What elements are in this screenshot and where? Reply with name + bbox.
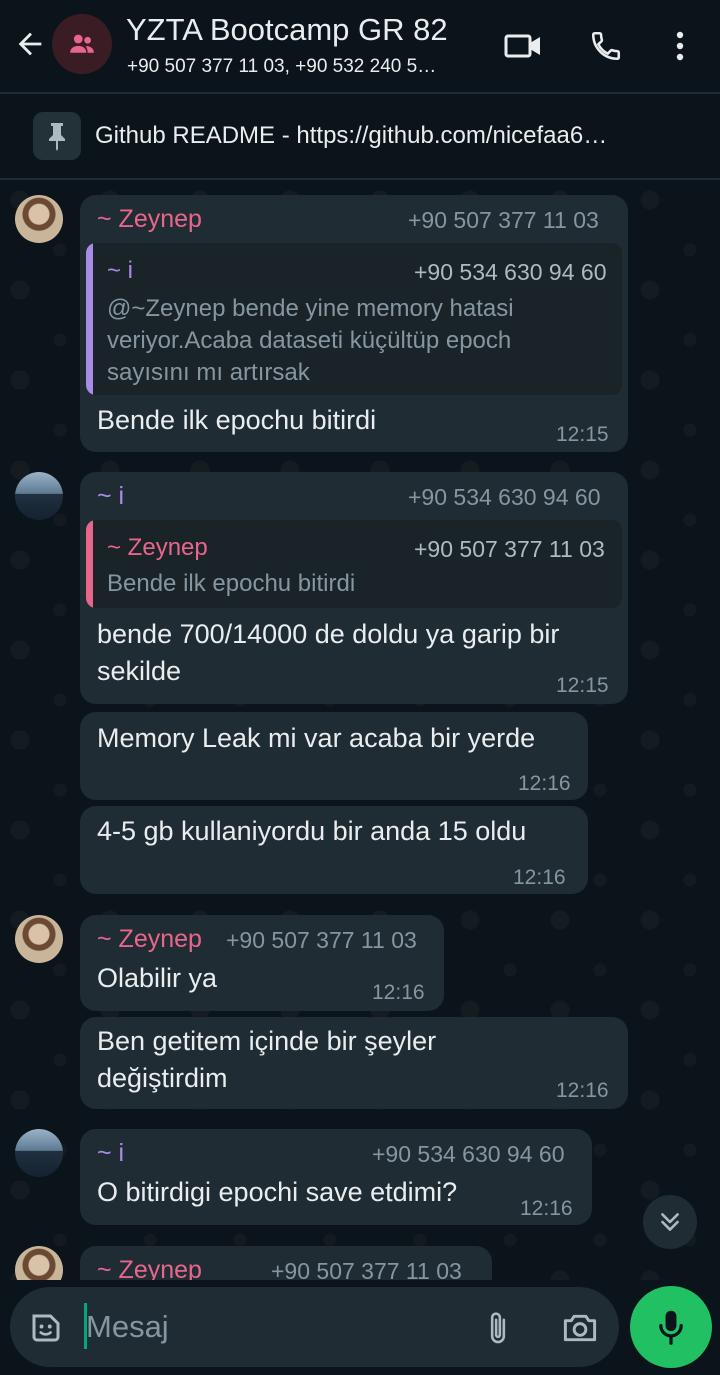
- message-sender[interactable]: ~ i: [97, 1139, 124, 1168]
- message-text: 4-5 gb kullaniyordu bir anda 15 oldu: [97, 816, 527, 846]
- message-time: 12:16: [556, 1079, 609, 1102]
- camera-icon[interactable]: [558, 1308, 602, 1348]
- quote-bar: [86, 243, 93, 395]
- message-sender-phone: +90 507 377 11 03: [408, 207, 599, 233]
- message-time: 12:16: [372, 981, 425, 1004]
- back-arrow-icon[interactable]: [12, 26, 48, 62]
- message-sender[interactable]: ~ Zeynep: [97, 1256, 202, 1280]
- message-time: 12:15: [556, 674, 609, 697]
- message-sender-phone: +90 507 377 11 03: [226, 927, 417, 953]
- message-sender-phone: +90 534 630 94 60: [372, 1141, 565, 1167]
- avatar[interactable]: [15, 195, 63, 243]
- message-sender[interactable]: ~ i: [97, 482, 124, 511]
- message-sender-phone: +90 534 630 94 60: [408, 484, 601, 510]
- quoted-text: Bende ilk epochu bitirdi: [107, 570, 356, 597]
- quoted-sender-phone: +90 507 377 11 03: [414, 536, 605, 562]
- message-sender[interactable]: ~ Zeynep: [97, 925, 202, 954]
- message-text: bende 700/14000 de doldu ya garip bir se…: [97, 619, 560, 686]
- message-text: Olabilir ya: [97, 963, 218, 993]
- chat-participants[interactable]: +90 507 377 11 03, +90 532 240 5…: [127, 56, 477, 78]
- message-text: Memory Leak mi var acaba bir yerde: [97, 723, 536, 753]
- message-sender-phone: +90 507 377 11 03: [271, 1258, 462, 1280]
- scroll-down-icon[interactable]: [643, 1195, 697, 1249]
- quoted-sender: ~ Zeynep: [107, 534, 208, 561]
- more-options-icon[interactable]: [660, 26, 700, 66]
- avatar[interactable]: [15, 1246, 63, 1280]
- attach-icon[interactable]: [478, 1307, 518, 1349]
- message-time: 12:15: [556, 423, 609, 446]
- quoted-text: @~Zeynep bende yine memory hatasi veriyo…: [107, 295, 514, 386]
- group-avatar-icon[interactable]: [52, 14, 112, 74]
- chat-title[interactable]: YZTA Bootcamp GR 82: [126, 12, 448, 48]
- avatar[interactable]: [15, 472, 63, 520]
- sticker-icon[interactable]: [26, 1308, 66, 1348]
- chat-header: YZTA Bootcamp GR 82 +90 507 377 11 03, +…: [0, 0, 720, 92]
- pin-icon: [33, 112, 81, 160]
- message-text: Ben getitem içinde bir şeyler değiştirdi…: [97, 1026, 437, 1093]
- quote-bar: [86, 520, 93, 608]
- message-text: Bende ilk epochu bitirdi: [97, 405, 377, 435]
- avatar[interactable]: [15, 915, 63, 963]
- chat-messages-area[interactable]: ~ Zeynep +90 507 377 11 03 ~ i +90 534 6…: [0, 180, 720, 1280]
- message-time: 12:16: [513, 866, 566, 889]
- avatar[interactable]: [15, 1129, 63, 1177]
- quoted-sender: ~ i: [107, 257, 134, 284]
- video-call-icon[interactable]: [503, 26, 543, 66]
- message-sender[interactable]: ~ Zeynep: [97, 205, 202, 234]
- message-time: 12:16: [520, 1197, 573, 1220]
- quoted-sender-phone: +90 534 630 94 60: [414, 259, 607, 285]
- message-text: O bitirdigi epochi save etdimi?: [97, 1177, 458, 1207]
- pinned-message-text[interactable]: Github README - https://github.com/nicef…: [95, 122, 695, 150]
- mic-icon[interactable]: [630, 1286, 712, 1368]
- message-time: 12:16: [518, 772, 571, 795]
- message-input[interactable]: Mesaj: [86, 1309, 169, 1345]
- phone-call-icon[interactable]: [586, 26, 626, 66]
